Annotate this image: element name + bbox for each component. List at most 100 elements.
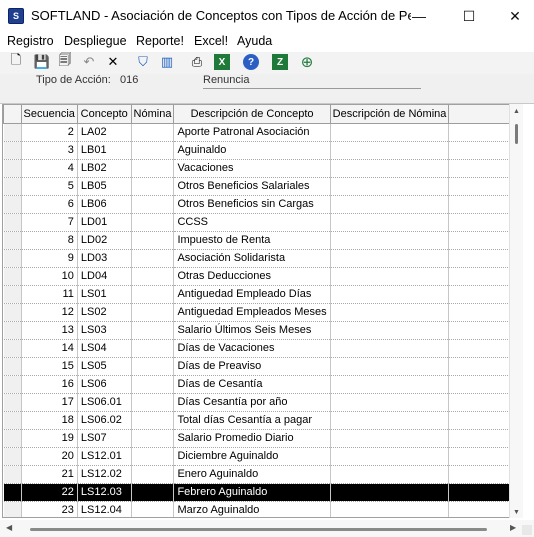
table-row[interactable]: 15 LS05 Días de Preaviso bbox=[3, 357, 521, 376]
table-row[interactable]: 6 LB06 Otros Beneficios sin Cargas bbox=[3, 195, 521, 214]
softland-app-icon[interactable]: S bbox=[8, 8, 24, 24]
menu-registro[interactable]: Registro bbox=[7, 34, 54, 48]
cell-nomina[interactable] bbox=[131, 267, 175, 286]
cell-secuencia[interactable]: 20 bbox=[21, 447, 78, 466]
cell-secuencia[interactable]: 11 bbox=[21, 285, 78, 304]
cell-descripcion-concepto[interactable]: Otros Beneficios Salariales bbox=[173, 177, 331, 196]
table-row[interactable]: 11 LS01 Antiguedad Empleado Días bbox=[3, 285, 521, 304]
cell-concepto[interactable]: LS06.02 bbox=[77, 411, 132, 430]
cell-nomina[interactable] bbox=[131, 465, 175, 484]
filter-icon[interactable]: ⛉ bbox=[135, 54, 151, 70]
cell-secuencia[interactable]: 18 bbox=[21, 411, 78, 430]
cell-nomina[interactable] bbox=[131, 231, 175, 250]
cell-descripcion-nomina[interactable] bbox=[330, 465, 450, 484]
cell-concepto[interactable]: LS12.02 bbox=[77, 465, 132, 484]
table-row[interactable]: 8 LD02 Impuesto de Renta bbox=[3, 231, 521, 250]
cell-concepto[interactable]: LS06 bbox=[77, 375, 132, 394]
cell-descripcion-nomina[interactable] bbox=[330, 483, 450, 502]
cell-descripcion-nomina[interactable] bbox=[330, 141, 450, 160]
scroll-left-icon[interactable]: ◀ bbox=[6, 523, 12, 532]
cell-secuencia[interactable]: 15 bbox=[21, 357, 78, 376]
print-icon[interactable]: ⎙ bbox=[189, 54, 205, 70]
maximize-button[interactable]: ☐ bbox=[446, 0, 492, 32]
cell-descripcion-concepto[interactable]: Otras Deducciones bbox=[173, 267, 331, 286]
cell-concepto[interactable]: LD02 bbox=[77, 231, 132, 250]
cell-descripcion-nomina[interactable] bbox=[330, 501, 450, 517]
table-row[interactable]: 3 LB01 Aguinaldo bbox=[3, 141, 521, 160]
cell-descripcion-concepto[interactable]: Antiguedad Empleado Días bbox=[173, 285, 331, 304]
table-row[interactable]: 12 LS02 Antiguedad Empleados Meses bbox=[3, 303, 521, 322]
table-row[interactable]: 4 LB02 Vacaciones bbox=[3, 159, 521, 178]
cell-descripcion-concepto[interactable]: Otros Beneficios sin Cargas bbox=[173, 195, 331, 214]
save-icon[interactable]: 💾 bbox=[34, 54, 50, 70]
add-icon[interactable]: ⊕ bbox=[299, 54, 315, 71]
cell-descripcion-concepto[interactable]: Días de Cesantía bbox=[173, 375, 331, 394]
cell-descripcion-concepto[interactable]: Días de Vacaciones bbox=[173, 339, 331, 358]
cell-concepto[interactable]: LS12.01 bbox=[77, 447, 132, 466]
cell-descripcion-nomina[interactable] bbox=[330, 303, 450, 322]
table-row[interactable]: 13 LS03 Salario Últimos Seis Meses bbox=[3, 321, 521, 340]
cell-secuencia[interactable]: 19 bbox=[21, 429, 78, 448]
close-button[interactable]: ✕ bbox=[492, 0, 534, 32]
cell-nomina[interactable] bbox=[131, 141, 175, 160]
cell-descripcion-nomina[interactable] bbox=[330, 411, 450, 430]
cell-descripcion-concepto[interactable]: Salario Promedio Diario bbox=[173, 429, 331, 448]
cell-descripcion-nomina[interactable] bbox=[330, 267, 450, 286]
cell-secuencia[interactable]: 23 bbox=[21, 501, 78, 517]
cell-concepto[interactable]: LA02 bbox=[77, 123, 132, 142]
cell-secuencia[interactable]: 10 bbox=[21, 267, 78, 286]
new-document-icon[interactable]: 🗋 bbox=[8, 52, 24, 70]
cell-descripcion-concepto[interactable]: Vacaciones bbox=[173, 159, 331, 178]
cell-descripcion-concepto[interactable]: Aporte Patronal Asociación bbox=[173, 123, 331, 142]
cell-secuencia[interactable]: 13 bbox=[21, 321, 78, 340]
cell-secuencia[interactable]: 3 bbox=[21, 141, 78, 160]
table-row[interactable]: 9 LD03 Asociación Solidarista bbox=[3, 249, 521, 268]
table-row[interactable]: 16 LS06 Días de Cesantía bbox=[3, 375, 521, 394]
cell-descripcion-nomina[interactable] bbox=[330, 177, 450, 196]
cell-descripcion-nomina[interactable] bbox=[330, 429, 450, 448]
minimize-button[interactable]: — bbox=[396, 0, 442, 32]
cell-nomina[interactable] bbox=[131, 213, 175, 232]
cell-concepto[interactable]: LD04 bbox=[77, 267, 132, 286]
cell-nomina[interactable] bbox=[131, 321, 175, 340]
cell-descripcion-nomina[interactable] bbox=[330, 231, 450, 250]
cell-concepto[interactable]: LB05 bbox=[77, 177, 132, 196]
cell-descripcion-nomina[interactable] bbox=[330, 123, 450, 142]
cell-concepto[interactable]: LS06.01 bbox=[77, 393, 132, 412]
cell-descripcion-nomina[interactable] bbox=[330, 249, 450, 268]
cell-nomina[interactable] bbox=[131, 285, 175, 304]
table-row[interactable]: 2 LA02 Aporte Patronal Asociación bbox=[3, 123, 521, 142]
cell-descripcion-nomina[interactable] bbox=[330, 339, 450, 358]
cell-concepto[interactable]: LB06 bbox=[77, 195, 132, 214]
menu-despliegue[interactable]: Despliegue bbox=[64, 34, 127, 48]
cell-descripcion-nomina[interactable] bbox=[330, 213, 450, 232]
table-row[interactable]: 19 LS07 Salario Promedio Diario bbox=[3, 429, 521, 448]
cell-descripcion-concepto[interactable]: Antiguedad Empleados Meses bbox=[173, 303, 331, 322]
cell-concepto[interactable]: LD03 bbox=[77, 249, 132, 268]
table-row[interactable]: 7 LD01 CCSS bbox=[3, 213, 521, 232]
cell-descripcion-nomina[interactable] bbox=[330, 357, 450, 376]
cell-concepto[interactable]: LB02 bbox=[77, 159, 132, 178]
scroll-down-icon[interactable]: ▼ bbox=[513, 509, 520, 516]
cell-secuencia[interactable]: 9 bbox=[21, 249, 78, 268]
cell-descripcion-nomina[interactable] bbox=[330, 393, 450, 412]
table-row[interactable]: 18 LS06.02 Total días Cesantía a pagar bbox=[3, 411, 521, 430]
cell-concepto[interactable]: LS01 bbox=[77, 285, 132, 304]
table-row[interactable]: 20 LS12.01 Diciembre Aguinaldo bbox=[3, 447, 521, 466]
cell-nomina[interactable] bbox=[131, 357, 175, 376]
cell-secuencia[interactable]: 12 bbox=[21, 303, 78, 322]
table-row[interactable]: 21 LS12.02 Enero Aguinaldo bbox=[3, 465, 521, 484]
cell-concepto[interactable]: LS02 bbox=[77, 303, 132, 322]
cell-descripcion-concepto[interactable]: Total días Cesantía a pagar bbox=[173, 411, 331, 430]
cell-descripcion-nomina[interactable] bbox=[330, 375, 450, 394]
cell-descripcion-concepto[interactable]: CCSS bbox=[173, 213, 331, 232]
horizontal-scroll-thumb[interactable] bbox=[30, 528, 487, 531]
cell-concepto[interactable]: LS12.04 bbox=[77, 501, 132, 517]
cell-descripcion-concepto[interactable]: Impuesto de Renta bbox=[173, 231, 331, 250]
cell-nomina[interactable] bbox=[131, 429, 175, 448]
cell-concepto[interactable]: LB01 bbox=[77, 141, 132, 160]
save-copy-icon[interactable]: 🗐 bbox=[57, 52, 73, 70]
cell-concepto[interactable]: LS03 bbox=[77, 321, 132, 340]
cell-nomina[interactable] bbox=[131, 249, 175, 268]
cell-descripcion-concepto[interactable]: Días de Preaviso bbox=[173, 357, 331, 376]
